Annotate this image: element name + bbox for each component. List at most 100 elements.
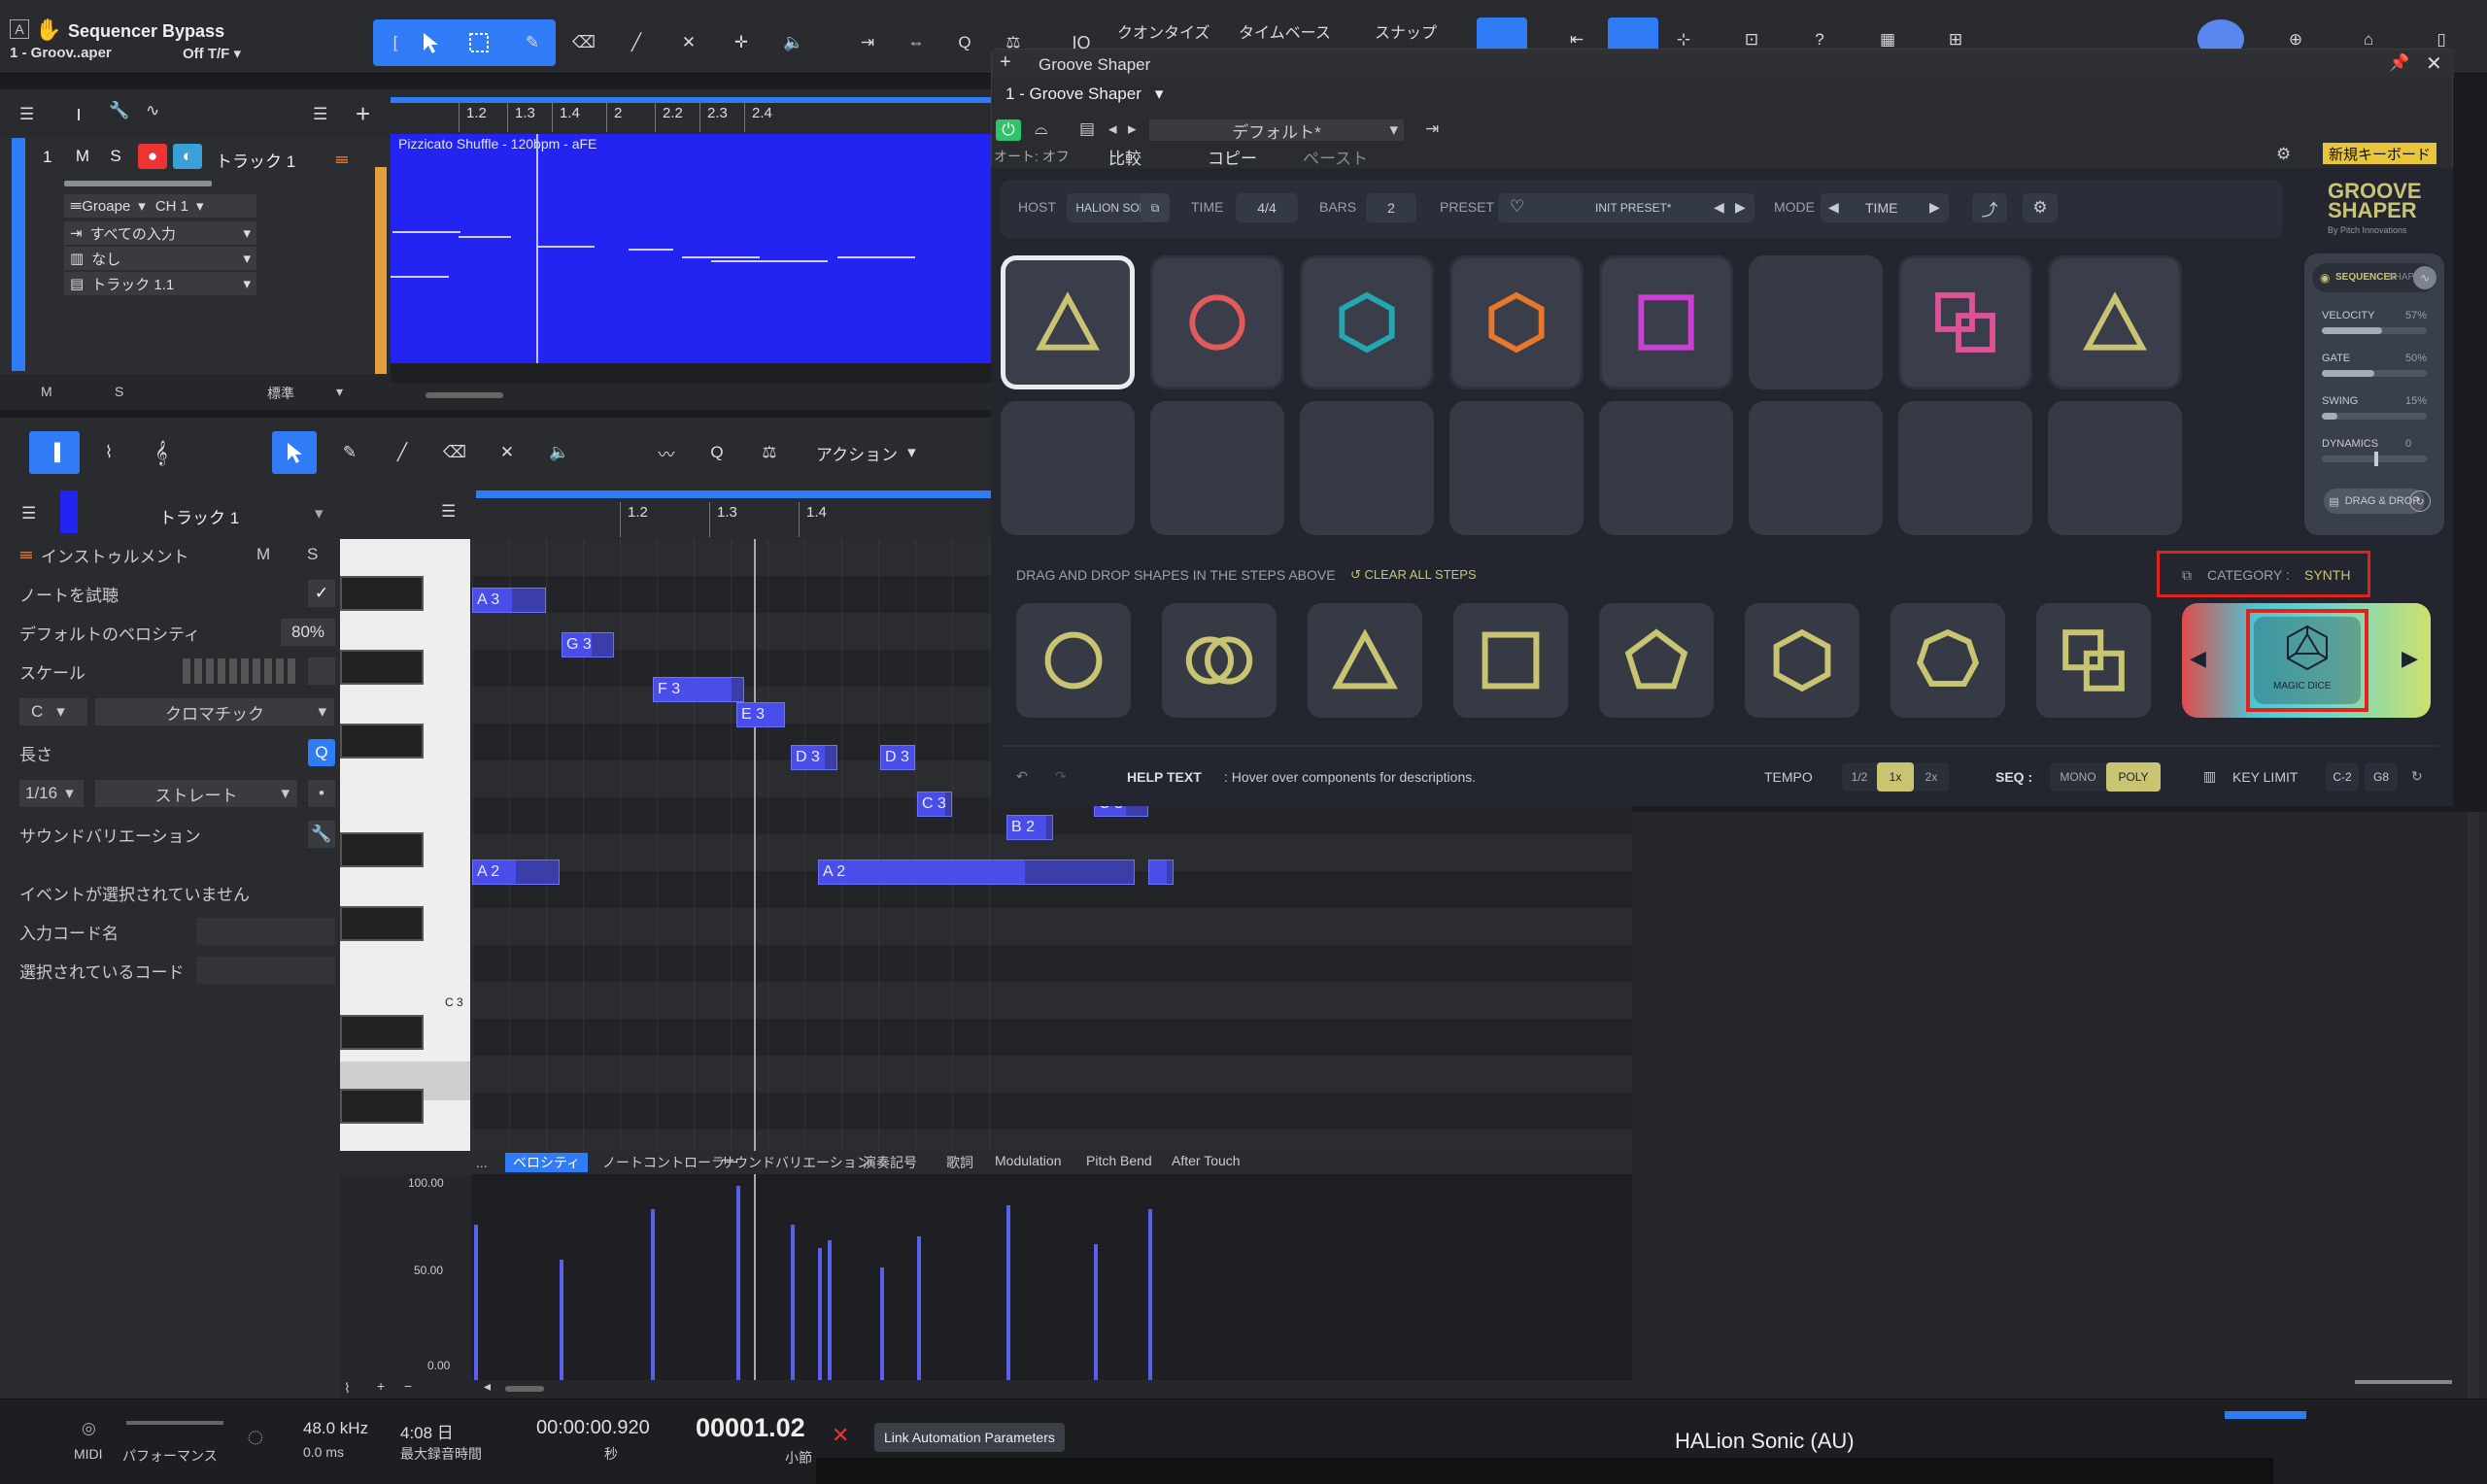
seq-mono[interactable]: MONO [2050, 762, 2106, 792]
mode-prev-icon[interactable]: ◀ [1828, 199, 1839, 216]
editor-quantize-icon[interactable]: Q [696, 431, 738, 474]
palette-shape[interactable] [1162, 603, 1277, 718]
stretch-icon[interactable]: ⇔ [894, 20, 938, 65]
black-key[interactable] [340, 650, 424, 685]
plugin-preset-icon[interactable]: ▤ [1079, 119, 1095, 139]
midi-note[interactable]: F 3 [653, 677, 744, 702]
key-limit-reset-icon[interactable]: ↻ [2411, 768, 2423, 785]
redo-icon[interactable]: ↷ [1055, 768, 1067, 785]
velocity-bar[interactable] [1148, 1209, 1152, 1380]
output-select[interactable]: ▥ なし ▾ [64, 247, 256, 270]
automation-icon[interactable]: ∿ [146, 101, 159, 120]
editor-pencil-icon[interactable]: ✎ [328, 431, 371, 474]
record-arm-button[interactable]: ● [138, 144, 167, 169]
split-tool-icon[interactable]: ✛ [719, 20, 764, 65]
plugin-power-icon[interactable]: ⏻ [996, 119, 1021, 141]
gs-curve-icon[interactable]: ⤴ [1972, 193, 2007, 222]
length-mode-select[interactable]: ストレート ▾ [95, 780, 297, 807]
sequencer-step[interactable] [2048, 401, 2182, 535]
sequencer-step[interactable] [1150, 401, 1284, 535]
device-select[interactable]: 𝍢 Groape ▾ CH 1 ▾ [64, 194, 256, 218]
preset-select[interactable]: ♡ INIT PRESET* ◀ ▶ [1498, 193, 1755, 222]
velocity-tabs-more[interactable]: ... [476, 1155, 488, 1170]
velocity-grid[interactable] [472, 1174, 1632, 1380]
black-key[interactable] [340, 832, 424, 867]
velocity-tab[interactable]: Modulation [987, 1153, 1070, 1172]
magic-dice-button[interactable]: MAGIC DICE [2254, 617, 2361, 704]
listen-tool-icon[interactable]: 🔈 [771, 20, 816, 65]
snap-left-icon[interactable]: ⇥ [845, 20, 890, 65]
sequencer-step[interactable] [1150, 255, 1284, 389]
input-select[interactable]: ⇥ すべての入力 ▾ [64, 221, 256, 245]
category-value[interactable]: SYNTH [2304, 567, 2350, 583]
editor-track-name[interactable]: トラック 1 [159, 504, 239, 528]
velocity-bar[interactable] [474, 1225, 478, 1380]
footer-s[interactable]: S [115, 384, 123, 399]
footer-standard[interactable]: 標準 [267, 384, 294, 403]
midi-clip[interactable]: Pizzicato Shuffle - 120bpm - aFE [391, 134, 991, 363]
midi-note[interactable]: D 3 [791, 745, 837, 770]
plugin-instance-select[interactable]: 1 - Groove Shaper ▾ [1005, 84, 1163, 104]
editor-inspector-icon[interactable]: ▐ [29, 431, 80, 474]
piano-keyboard[interactable]: C 3 [340, 539, 470, 1151]
piano-roll-menu-icon[interactable]: ☰ [441, 502, 456, 522]
score-view-icon[interactable]: 𝄞 [140, 431, 183, 474]
velocity-bar[interactable] [791, 1225, 795, 1380]
palette-shape[interactable] [2036, 603, 2151, 718]
sequencer-step[interactable] [1599, 401, 1733, 535]
scale-type-select[interactable]: クロマチック ▾ [95, 698, 334, 725]
midi-note[interactable]: C 3 [917, 792, 952, 817]
midi-note[interactable]: E 3 [736, 702, 785, 727]
selected-chord-field[interactable] [196, 957, 335, 984]
param-slider[interactable] [2322, 370, 2427, 377]
link-automation-button[interactable]: Link Automation Parameters [874, 1423, 1065, 1452]
plugin-settings-icon[interactable]: ⚙ [2276, 145, 2291, 164]
sequencer-step[interactable] [1001, 401, 1135, 535]
plugin-bypass-icon[interactable]: ⌓ [1035, 119, 1047, 139]
arrange-scroll-thumb[interactable] [426, 392, 503, 398]
param-slider-knob[interactable] [2374, 452, 2378, 466]
tempo-2x[interactable]: 2x [1914, 762, 1949, 792]
pin-icon[interactable]: 📌 [2389, 53, 2409, 73]
velocity-bar[interactable] [651, 1209, 655, 1380]
editor-listen-icon[interactable]: 🔈 [538, 431, 581, 474]
arrange-scroll[interactable] [391, 383, 995, 410]
sequencer-step[interactable] [1749, 255, 1883, 389]
sequencer-step[interactable] [1001, 255, 1135, 389]
preset-heart-icon[interactable]: ♡ [1510, 197, 1524, 217]
velocity-tab[interactable]: Pitch Bend [1078, 1153, 1160, 1172]
velocity-bar[interactable] [1094, 1244, 1098, 1380]
wrench-icon[interactable]: 🔧 [109, 101, 129, 120]
param-slider[interactable] [2322, 452, 2427, 466]
key-limit-low[interactable]: C-2 [2326, 762, 2359, 792]
key-limit-high[interactable]: G8 [2365, 762, 2398, 792]
monitor-button[interactable]: ◐ [173, 144, 202, 169]
velocity-tab[interactable]: ベロシティ [505, 1153, 589, 1172]
midi-note[interactable]: A 2 [472, 860, 560, 885]
palette-shape[interactable] [1599, 603, 1714, 718]
inspector-m-button[interactable]: M [256, 545, 270, 564]
sequencer-step[interactable] [1599, 255, 1733, 389]
plugin-add-icon[interactable]: + [1000, 51, 1011, 74]
black-key[interactable] [340, 576, 424, 611]
refresh-icon[interactable]: ↻ [2409, 490, 2431, 512]
tempo-half[interactable]: 1/2 [1842, 762, 1877, 792]
offtf-select[interactable]: Off T/F ▾ [183, 45, 241, 62]
palette-shape[interactable] [1308, 603, 1422, 718]
editor-list-icon[interactable]: ☰ [21, 504, 36, 523]
sequencer-step[interactable] [2048, 255, 2182, 389]
sequencer-step[interactable] [1449, 255, 1584, 389]
quantize-q-icon[interactable]: Q [942, 20, 987, 65]
tempo-1x[interactable]: 1x [1877, 762, 1914, 792]
velocity-bar[interactable] [560, 1260, 563, 1380]
time-select[interactable]: 4/4 [1236, 193, 1298, 222]
track-solo-button[interactable]: S [103, 144, 128, 169]
editor-metronome-icon[interactable]: ⚖ [748, 431, 791, 474]
bar-position[interactable]: 00001.02 [696, 1413, 805, 1443]
sequencer-step[interactable] [1300, 255, 1434, 389]
dice-prev-icon[interactable]: ◀ [2190, 646, 2206, 671]
layer-select[interactable]: ▤ トラック 1.1 ▾ [64, 272, 256, 295]
preset-prev-icon[interactable]: ◀ [1714, 199, 1724, 216]
track-mute-button[interactable]: M [70, 144, 95, 169]
velocity-bar[interactable] [828, 1240, 832, 1380]
